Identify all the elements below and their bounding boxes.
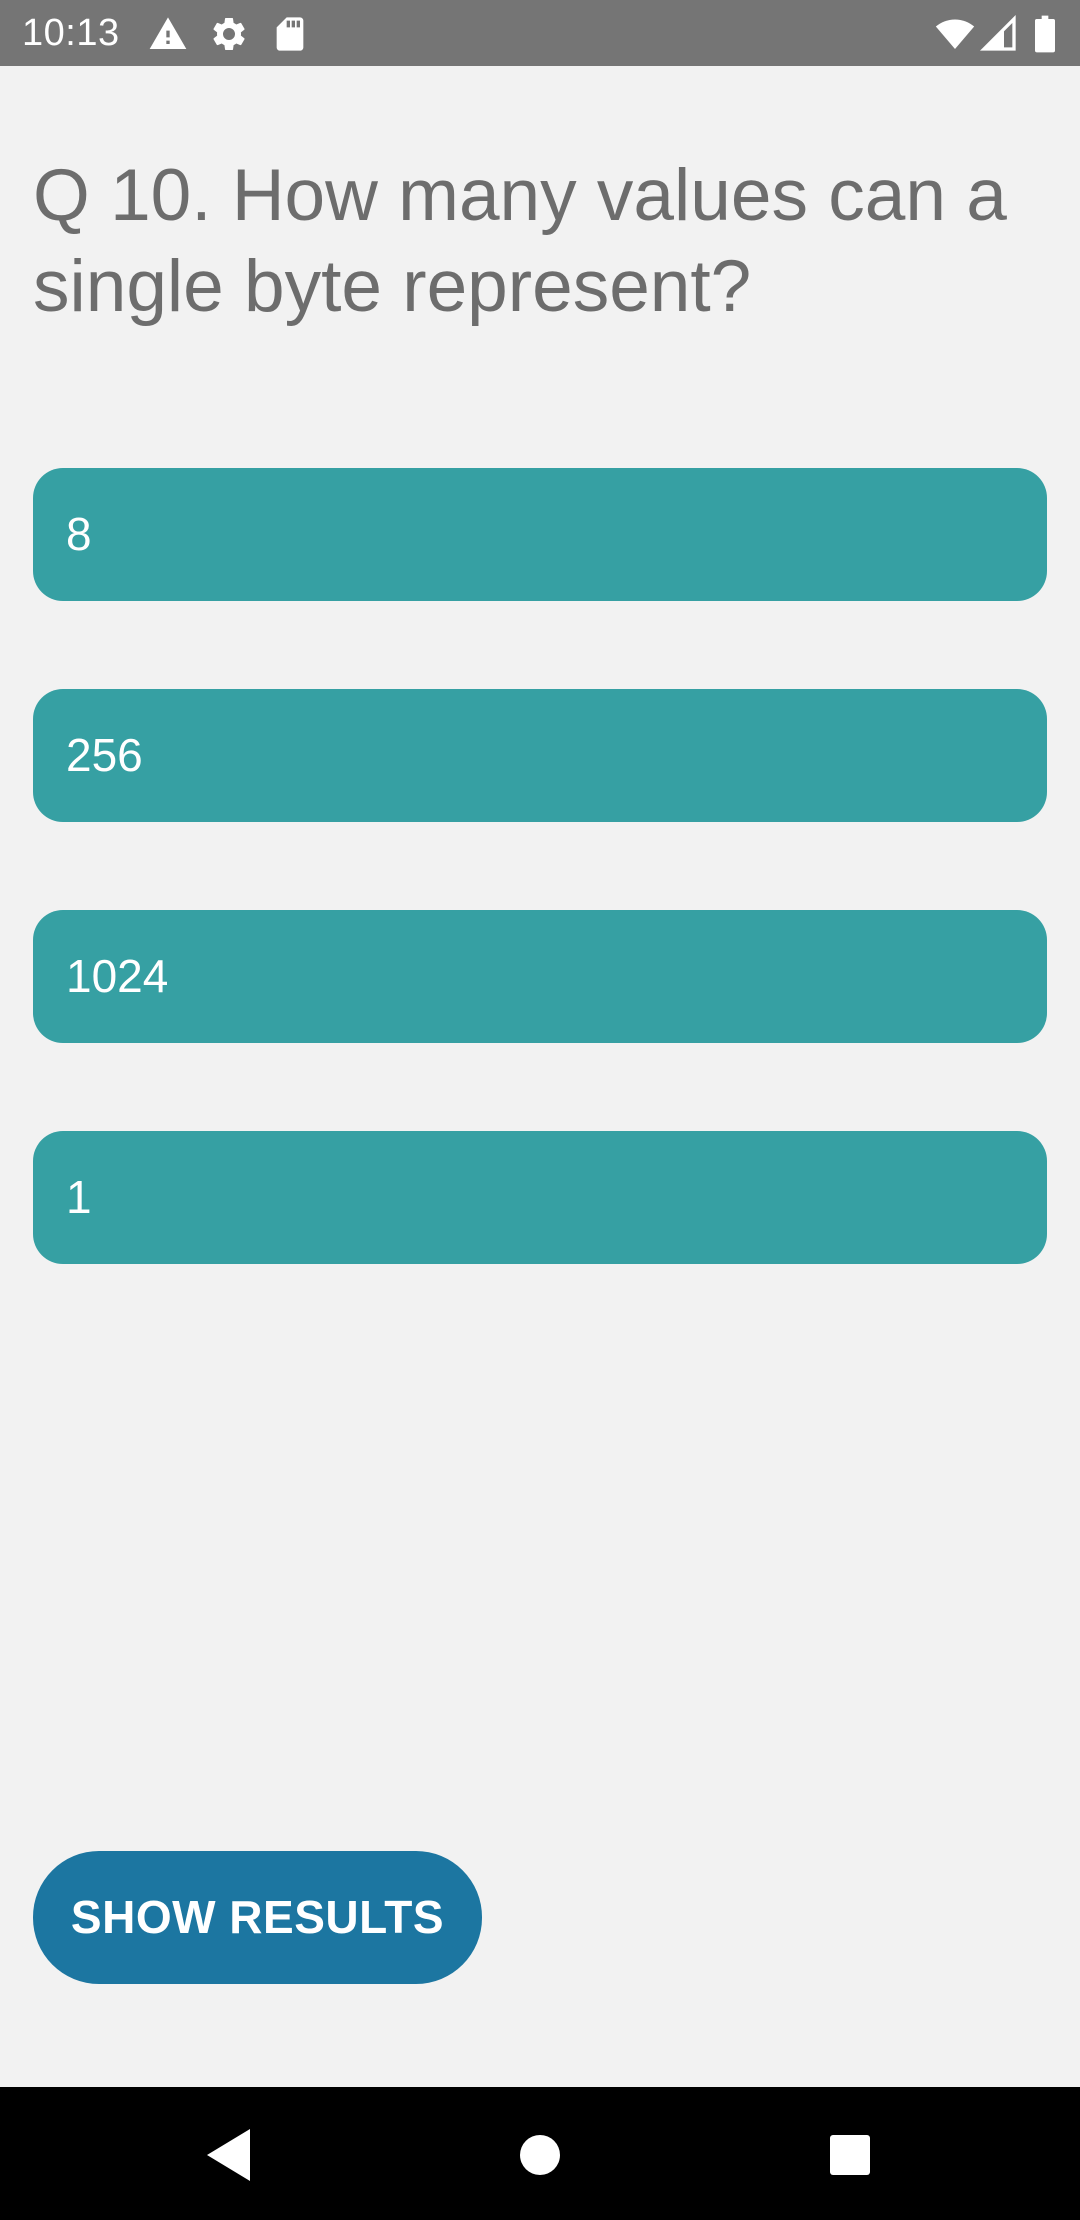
navigation-bar: [0, 2087, 1080, 2220]
warning-icon: [148, 14, 188, 54]
answer-list: 8 256 1024 1: [33, 468, 1047, 1352]
settings-icon: [209, 14, 249, 54]
show-results-button[interactable]: SHOW RESULTS: [33, 1851, 482, 1984]
back-icon[interactable]: [188, 2115, 268, 2195]
status-bar: 10:13: [0, 0, 1080, 66]
wifi-icon: [935, 14, 975, 54]
status-time: 10:13: [22, 12, 120, 54]
answer-option[interactable]: 8: [33, 468, 1047, 601]
answer-option[interactable]: 1024: [33, 910, 1047, 1043]
cell-signal-icon: [979, 14, 1019, 54]
recents-icon[interactable]: [810, 2115, 890, 2195]
answer-option[interactable]: 256: [33, 689, 1047, 822]
answer-option[interactable]: 1: [33, 1131, 1047, 1264]
question-text: Q 10. How many values can a single byte …: [33, 155, 1007, 327]
sd-card-icon: [270, 14, 310, 54]
battery-icon: [1030, 14, 1060, 54]
home-icon[interactable]: [500, 2115, 580, 2195]
